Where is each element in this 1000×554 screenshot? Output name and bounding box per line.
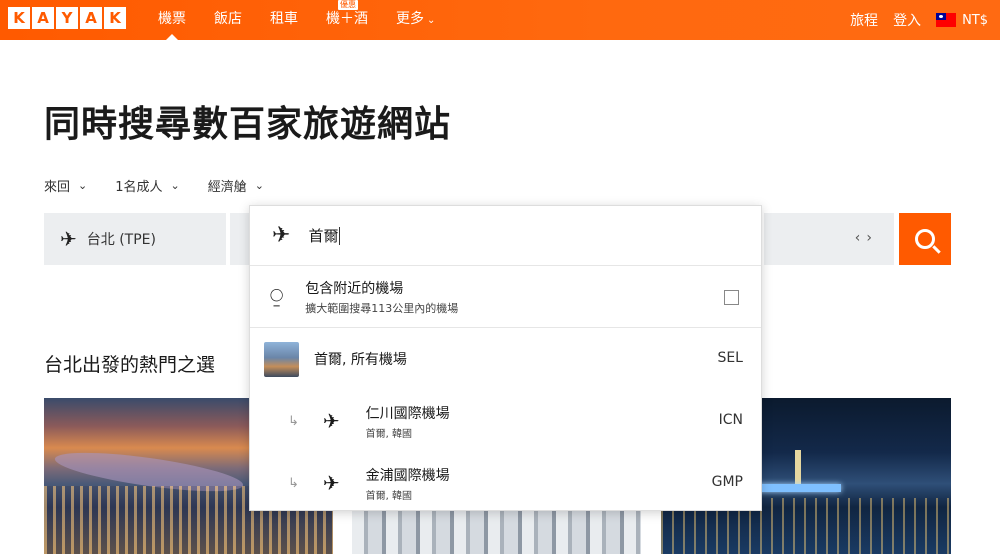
destination-query: 首爾 <box>308 227 339 245</box>
kayak-logo[interactable]: K A Y A K <box>8 7 126 29</box>
result-location: 首爾, 韓國 <box>365 490 413 502</box>
page-title: 同時搜尋數百家旅遊網站 <box>44 104 452 145</box>
nav-packages[interactable]: 優惠 機＋酒 <box>318 0 376 40</box>
radar-icon: ⍜ <box>270 284 284 309</box>
destination-input[interactable]: ✈ 首爾 <box>250 206 761 266</box>
date-field[interactable]: ‹› <box>764 213 894 265</box>
swap-button[interactable] <box>230 213 250 265</box>
result-name: 金浦國際機場 <box>365 467 450 484</box>
logo-letter: K <box>8 7 30 29</box>
cabin-label: 經濟艙 <box>207 180 247 195</box>
nav-flights[interactable]: 機票 <box>150 0 194 40</box>
nav-hotels-label: 飯店 <box>214 11 242 27</box>
result-name: 首爾, 所有機場 <box>314 352 407 368</box>
nav-packages-label: 機＋酒 <box>326 11 368 27</box>
nav-more[interactable]: 更多 ⌄ <box>388 0 443 40</box>
trip-options: 來回 ⌄ 1名成人 ⌄ 經濟艙 ⌄ <box>44 176 292 195</box>
popular-section-title: 台北出發的熱門之選 <box>44 354 216 376</box>
result-text: 金浦國際機場 首爾, 韓國 <box>366 465 450 502</box>
origin-value: 台北 (TPE) <box>86 232 156 248</box>
result-text: 仁川國際機場 首爾, 韓國 <box>366 403 450 440</box>
logo-letter: A <box>32 7 54 29</box>
nearby-checkbox[interactable] <box>724 290 739 305</box>
cabin-select[interactable]: 經濟艙 ⌄ <box>208 176 264 195</box>
nearby-text: 包含附近的機場 擴大範圍搜尋113公里內的機場 <box>305 278 458 316</box>
airport-code: SEL <box>717 350 743 366</box>
nav-trips[interactable]: 旅程 <box>850 10 878 30</box>
date-prev-icon[interactable]: ‹ <box>855 230 867 246</box>
nav-right: 旅程 登入 NT$ <box>850 0 1000 40</box>
nearby-subtitle: 擴大範圍搜尋113公里內的機場 <box>305 301 459 315</box>
nav-cars-label: 租車 <box>270 11 298 27</box>
travelers-label: 1名成人 <box>115 180 163 195</box>
nav-more-label: 更多 <box>396 11 424 27</box>
airport-code: ICN <box>718 412 743 428</box>
top-nav: K A Y A K 機票 飯店 租車 優惠 機＋酒 更多 ⌄ 旅程 登入 NT$ <box>0 0 1000 40</box>
search-icon <box>915 229 935 249</box>
card-image-detail <box>795 450 801 486</box>
plane-icon: ✈ <box>60 227 77 251</box>
chevron-down-icon: ⌄ <box>254 179 264 192</box>
deal-badge: 優惠 <box>338 0 358 10</box>
main-nav: 機票 飯店 租車 優惠 機＋酒 更多 ⌄ <box>150 0 455 40</box>
plane-icon: ✈ <box>272 223 291 248</box>
airport-code: GMP <box>711 474 743 490</box>
sub-arrow-icon: ↳ <box>288 413 299 429</box>
trip-type-label: 來回 <box>44 180 71 195</box>
chevron-down-icon: ⌄ <box>170 179 180 192</box>
date-next-icon[interactable]: › <box>866 230 878 246</box>
origin-field[interactable]: ✈ 台北 (TPE) <box>44 213 226 265</box>
nav-flights-label: 機票 <box>158 11 186 27</box>
logo-letter: A <box>80 7 102 29</box>
result-location: 首爾, 韓國 <box>365 428 413 440</box>
destination-dropdown: ✈ 首爾 ⍜ 包含附近的機場 擴大範圍搜尋113公里內的機場 首爾, 所有機場 … <box>249 205 762 511</box>
logo-letter: Y <box>56 7 78 29</box>
date-arrows: ‹› <box>855 230 878 246</box>
result-airport[interactable]: ↳ ✈ 仁川國際機場 首爾, 韓國 ICN <box>250 390 761 452</box>
city-thumbnail <box>264 341 299 377</box>
nav-login[interactable]: 登入 <box>893 10 921 30</box>
logo-letter: K <box>104 7 126 29</box>
chevron-down-icon: ⌄ <box>78 179 88 192</box>
result-city[interactable]: 首爾, 所有機場 SEL <box>250 328 761 390</box>
travelers-select[interactable]: 1名成人 ⌄ <box>115 176 180 195</box>
chevron-down-icon: ⌄ <box>427 15 436 26</box>
result-name: 仁川國際機場 <box>365 405 450 422</box>
search-button[interactable] <box>899 213 951 265</box>
nearby-title: 包含附近的機場 <box>305 280 404 297</box>
trip-type-select[interactable]: 來回 ⌄ <box>44 176 87 195</box>
plane-icon: ✈ <box>322 409 340 433</box>
currency-selector[interactable]: NT$ <box>962 13 988 28</box>
sub-arrow-icon: ↳ <box>288 475 299 491</box>
nearby-airports-option[interactable]: ⍜ 包含附近的機場 擴大範圍搜尋113公里內的機場 <box>250 266 761 328</box>
plane-icon: ✈ <box>322 471 340 495</box>
text-cursor <box>339 226 341 245</box>
nav-hotels[interactable]: 飯店 <box>206 0 250 40</box>
taiwan-flag-icon[interactable] <box>936 13 957 27</box>
nav-cars[interactable]: 租車 <box>262 0 306 40</box>
result-airport[interactable]: ↳ ✈ 金浦國際機場 首爾, 韓國 GMP <box>250 452 761 514</box>
